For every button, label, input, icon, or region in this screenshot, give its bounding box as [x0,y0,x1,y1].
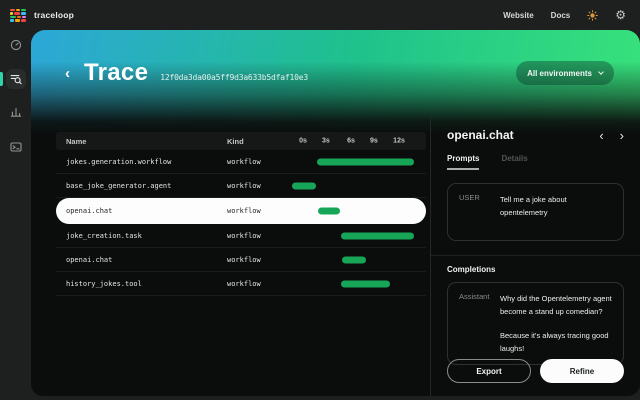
time-tick-label: 12s [393,138,405,145]
trace-search-icon [10,73,22,85]
column-header-kind: Kind [227,137,281,146]
span-timeline [281,150,426,173]
detail-tab[interactable]: Details [501,154,527,170]
message-text: Tell me a joke about opentelemetry [500,193,612,231]
bar-chart-icon [10,106,22,118]
message-card: Assistant Why did the Opentelemetry agen… [447,282,624,365]
chevron-down-icon [598,69,604,75]
span-name: openai.chat [56,256,227,264]
message-text: Why did the Opentelemetry agent become a… [500,292,612,355]
span-kind: workflow [227,280,281,288]
span-timeline [281,248,426,271]
message-role: USER [459,193,500,231]
main-content: ‹ Trace 12f0da3da00a5ff9d3a633b5dfaf10e3… [31,30,640,396]
span-duration-bar [341,280,390,287]
settings-gear-icon[interactable]: ⚙ [615,9,626,21]
span-detail-panel: openai.chat ‹ › Prompts Details USER Tell… [430,115,640,396]
sidebar-item-playground[interactable] [6,137,26,157]
topbar-link[interactable]: Website [503,11,534,20]
environment-dropdown[interactable]: All environments [516,61,614,85]
sidebar-item-analytics[interactable] [6,102,26,122]
action-button[interactable]: Refine [540,359,624,383]
span-detail-title: openai.chat [447,128,514,142]
span-rows: jokes.generation.workflow workflow base_… [56,150,426,296]
span-name: base_joke_generator.agent [56,182,227,190]
span-timeline [281,174,426,197]
span-duration-bar [341,232,414,239]
table-row[interactable]: openai.chat workflow [56,198,426,224]
span-duration-bar [317,158,414,165]
environment-dropdown-label: All environments [527,69,592,78]
span-timeline [281,198,426,223]
terminal-icon [10,141,22,153]
span-table: Name Kind 0s 3s 6s 9s 12s jokes.generation.w… [56,132,426,296]
span-kind: workflow [227,182,281,190]
span-duration-bar [292,182,316,189]
section-divider [431,255,640,256]
completions-list: Assistant Why did the Opentelemetry agen… [447,282,624,365]
detail-tabs: Prompts Details [447,154,624,170]
topbar-links: Website Docs [503,11,570,20]
span-name: jokes.generation.workflow [56,158,227,166]
time-axis: 0s 3s 6s 9s 12s [281,132,426,150]
span-name: history_jokes.tool [56,280,227,288]
gauge-icon [10,39,22,51]
action-button[interactable]: Export [447,359,531,383]
next-span-chevron-right-icon[interactable]: › [620,129,624,142]
back-chevron-left-icon[interactable]: ‹ [65,66,78,81]
span-kind: workflow [227,232,281,240]
traceloop-logo-icon [10,9,26,22]
span-timeline [281,224,426,247]
span-kind: workflow [227,256,281,264]
table-row[interactable]: openai.chat workflow [56,248,426,272]
table-row[interactable]: history_jokes.tool workflow [56,272,426,296]
span-table-header: Name Kind 0s 3s 6s 9s 12s [56,132,426,150]
theme-toggle-sun-icon[interactable] [587,10,598,21]
topbar-link[interactable]: Docs [551,11,571,20]
table-row[interactable]: joke_creation.task workflow [56,224,426,248]
time-tick-label: 0s [299,138,307,145]
completions-section-title: Completions [447,265,624,274]
message-card: USER Tell me a joke about opentelemetry [447,183,624,241]
prev-span-chevron-left-icon[interactable]: ‹ [599,129,603,142]
prompts-list: USER Tell me a joke about opentelemetry [447,183,624,241]
span-kind: workflow [227,158,281,166]
brand-name: traceloop [34,10,74,20]
message-role: Assistant [459,292,500,355]
sidebar-item-dashboard[interactable] [6,35,26,55]
topbar: traceloop Website Docs ⚙ [0,0,640,30]
span-duration-bar [318,207,340,214]
span-duration-bar [342,256,366,263]
topbar-right: Website Docs ⚙ [503,9,626,21]
table-row[interactable]: jokes.generation.workflow workflow [56,150,426,174]
span-kind: workflow [227,207,281,215]
time-tick-label: 3s [322,138,330,145]
sidebar [0,30,31,400]
table-row[interactable]: base_joke_generator.agent workflow [56,174,426,198]
span-timeline [281,272,426,295]
sidebar-item-traces[interactable] [6,69,26,89]
detail-tab[interactable]: Prompts [447,154,479,170]
page-title: Trace [84,59,148,87]
time-tick-label: 9s [370,138,378,145]
column-header-name: Name [56,137,227,146]
span-name: openai.chat [56,207,227,215]
span-name: joke_creation.task [56,232,227,240]
panel-actions: Export Refine [447,359,624,383]
trace-id: 12f0da3da00a5ff9d3a633b5dfaf10e3 [160,73,308,82]
time-tick-label: 6s [347,138,355,145]
